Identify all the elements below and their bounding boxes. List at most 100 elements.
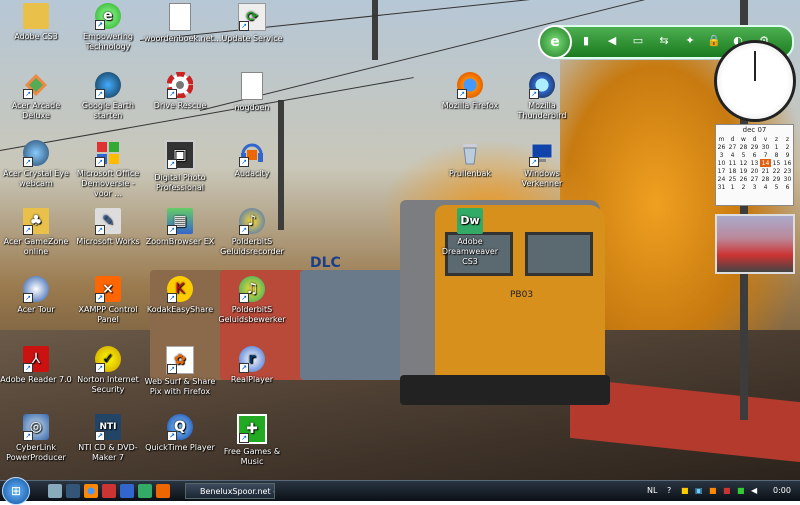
calendar-day[interactable]: 4	[727, 151, 738, 159]
slideshow-gadget[interactable]	[715, 214, 795, 274]
desktop-icon-office-demo[interactable]: ↗ Microsoft Office Demoversie - voor ...	[72, 140, 144, 199]
calendar-day[interactable]: 5	[771, 183, 782, 191]
calendar-day[interactable]: 20	[749, 167, 760, 175]
desktop-icon-norton[interactable]: ✓ ↗ Norton Internet Security	[72, 346, 144, 395]
calendar-day[interactable]: 26	[738, 175, 749, 183]
taskbar-button-beneluxspoor[interactable]: BeneluxSpoor.net - ...	[185, 483, 275, 499]
desktop-icon-acer-arcade[interactable]: ↗ Acer Arcade Deluxe	[0, 72, 72, 121]
calendar-day[interactable]: 10	[716, 159, 727, 167]
desktop-icon-xampp[interactable]: ⨯ ↗ XAMPP Control Panel	[72, 276, 144, 325]
desktop-icon-update-service[interactable]: ⟳ ↗ Update Service	[216, 3, 288, 44]
desktop-icon-adobe-reader[interactable]: ⅄ ↗ Adobe Reader 7.0	[0, 346, 72, 385]
calendar-day[interactable]: 13	[749, 159, 760, 167]
desktop-icon-nogdoen[interactable]: nogdoen	[216, 72, 288, 113]
calendar-day[interactable]: 26	[716, 143, 727, 151]
calendar-day[interactable]: 4	[760, 183, 771, 191]
calendar-day[interactable]: 27	[749, 175, 760, 183]
desktop-icon-polderbits-editor[interactable]: ♫ ↗ PolderbitS Geluidsbewerker	[216, 276, 288, 325]
desktop-icon-nti[interactable]: NTI ↗ NTI CD & DVD-Maker 7	[72, 414, 144, 463]
calendar-day[interactable]: 19	[738, 167, 749, 175]
volume-tray-icon[interactable]: ◀	[751, 486, 757, 495]
calendar-day[interactable]: 15	[771, 159, 782, 167]
calendar-day[interactable]: 29	[749, 143, 760, 151]
calendar-day[interactable]: 27	[727, 143, 738, 151]
calendar-day[interactable]: 30	[782, 175, 793, 183]
desktop-icon-websurf[interactable]: ✿ ↗ Web Surf & Share Pix with Firefox	[144, 346, 216, 397]
clock-time[interactable]: 0:00	[773, 486, 791, 495]
calendar-day[interactable]: 8	[771, 151, 782, 159]
switch-windows-icon[interactable]	[66, 484, 80, 498]
show-desktop-icon[interactable]	[48, 484, 62, 498]
desktop-icon-dreamweaver[interactable]: Dw Adobe Dreamweaver CS3	[434, 208, 506, 267]
calendar-day[interactable]: 12	[738, 159, 749, 167]
quicklaunch-icon[interactable]	[102, 484, 116, 498]
help-icon[interactable]: ?	[667, 486, 671, 495]
calendar-day-today[interactable]: 14	[760, 159, 771, 167]
desktop-icon-explorer[interactable]: ↗ Windows Verkenner	[506, 140, 578, 189]
calendar-day[interactable]: 3	[716, 151, 727, 159]
calendar-day[interactable]: 6	[782, 183, 793, 191]
calendar-day[interactable]: 24	[716, 175, 727, 183]
calendar-day[interactable]: 17	[716, 167, 727, 175]
calendar-day[interactable]: 2	[782, 143, 793, 151]
calendar-day[interactable]: 5	[738, 151, 749, 159]
desktop-icon-thunderbird[interactable]: ↗ Mozilla Thunderbird	[506, 72, 578, 121]
calendar-day[interactable]: 21	[760, 167, 771, 175]
battery-icon[interactable]: ▮	[578, 33, 594, 49]
recovery-icon[interactable]: ▭	[630, 33, 646, 49]
tray-app-icon[interactable]: ■	[709, 486, 717, 495]
desktop-icon-woordenboek[interactable]: woordenboek.net...	[144, 3, 221, 44]
calendar-gadget[interactable]: dec 07 m d w d v z z 26 27 28 29 30 1 2 345678…	[715, 124, 794, 206]
tray-app-icon[interactable]: ■	[723, 486, 731, 495]
desktop-icon-firefox[interactable]: ↗ Mozilla Firefox	[434, 72, 506, 111]
desktop-icon-microsoft-works[interactable]: ✎ ↗ Microsoft Works	[72, 208, 144, 247]
desktop-icon-realplayer[interactable]: r ↗ RealPlayer	[216, 346, 288, 385]
desktop-icon-acer-gamezone[interactable]: ♣ ↗ Acer GameZone online	[0, 208, 72, 257]
tray-app-icon[interactable]: ■	[737, 486, 745, 495]
desktop-icon-digital-photo-professional[interactable]: ▣ ↗ Digital Photo Professional	[144, 140, 216, 193]
desktop-icon-drive-rescue[interactable]: ↗ Drive Rescue	[144, 72, 216, 111]
clock-gadget[interactable]	[714, 40, 796, 122]
calendar-day[interactable]: 22	[771, 167, 782, 175]
calendar-day[interactable]: 28	[760, 175, 771, 183]
network-icon[interactable]: ⇆	[656, 33, 672, 49]
desktop-icon-acer-tour[interactable]: ↗ Acer Tour	[0, 276, 72, 315]
calendar-day[interactable]: 7	[760, 151, 771, 159]
firefox-quicklaunch-icon[interactable]	[84, 484, 98, 498]
calendar-day[interactable]: 2	[738, 183, 749, 191]
calendar-day[interactable]: 25	[727, 175, 738, 183]
network-tray-icon[interactable]: ▣	[695, 486, 703, 495]
desktop-icon-quicktime[interactable]: Q ↗ QuickTime Player	[144, 414, 216, 453]
calendar-day[interactable]: 16	[782, 159, 793, 167]
calendar-day[interactable]: 23	[782, 167, 793, 175]
desktop-icon-recycle-bin[interactable]: Prullenbak	[434, 140, 506, 179]
desktop-icon-cyberlink[interactable]: ◎ ↗ CyberLink PowerProducer	[0, 414, 72, 463]
calendar-day[interactable]: 9	[782, 151, 793, 159]
calendar-day[interactable]: 28	[738, 143, 749, 151]
calendar-day[interactable]: 30	[760, 143, 771, 151]
quicklaunch-icon[interactable]	[138, 484, 152, 498]
desktop-icon-zoombrowser[interactable]: ▦ ↗ ZoomBrowser EX	[144, 208, 216, 247]
desktop-icon-acer-crystal-eye[interactable]: ↗ Acer Crystal Eye webcam	[0, 140, 72, 189]
tray-app-icon[interactable]: ■	[681, 486, 689, 495]
desktop-icon-polderbits-recorder[interactable]: ♪ ↗ PolderbitS Geluidsrecorder	[216, 208, 288, 257]
language-indicator[interactable]: NL	[647, 486, 657, 495]
calendar-day[interactable]: 11	[727, 159, 738, 167]
calendar-day[interactable]: 1	[727, 183, 738, 191]
lock-icon[interactable]: 🔒	[706, 33, 722, 49]
calendar-day[interactable]: 3	[749, 183, 760, 191]
quicklaunch-icon[interactable]	[156, 484, 170, 498]
desktop-icon-kodak[interactable]: K ↗ KodakEasyShare	[144, 276, 216, 315]
calendar-day[interactable]: 6	[749, 151, 760, 159]
desktop-icon-audacity[interactable]: ↗ Audacity	[216, 140, 288, 179]
desktop-icon-empowering-technology[interactable]: e ↗ Empowering Technology	[72, 3, 144, 52]
desktop-icon-google-earth[interactable]: ↗ Google Earth starten	[72, 72, 144, 121]
calendar-day[interactable]: 1	[771, 143, 782, 151]
start-button[interactable]: ⊞	[2, 477, 30, 505]
calendar-day[interactable]: 18	[727, 167, 738, 175]
empowering-logo-button[interactable]: e	[538, 25, 572, 59]
desktop-icon-adobe-cs3[interactable]: Adobe CS3	[0, 3, 72, 42]
desktop-icon-free-games[interactable]: ✚ ↗ Free Games & Music	[216, 414, 288, 467]
quicklaunch-icon[interactable]	[120, 484, 134, 498]
calendar-day[interactable]: 31	[716, 183, 727, 191]
